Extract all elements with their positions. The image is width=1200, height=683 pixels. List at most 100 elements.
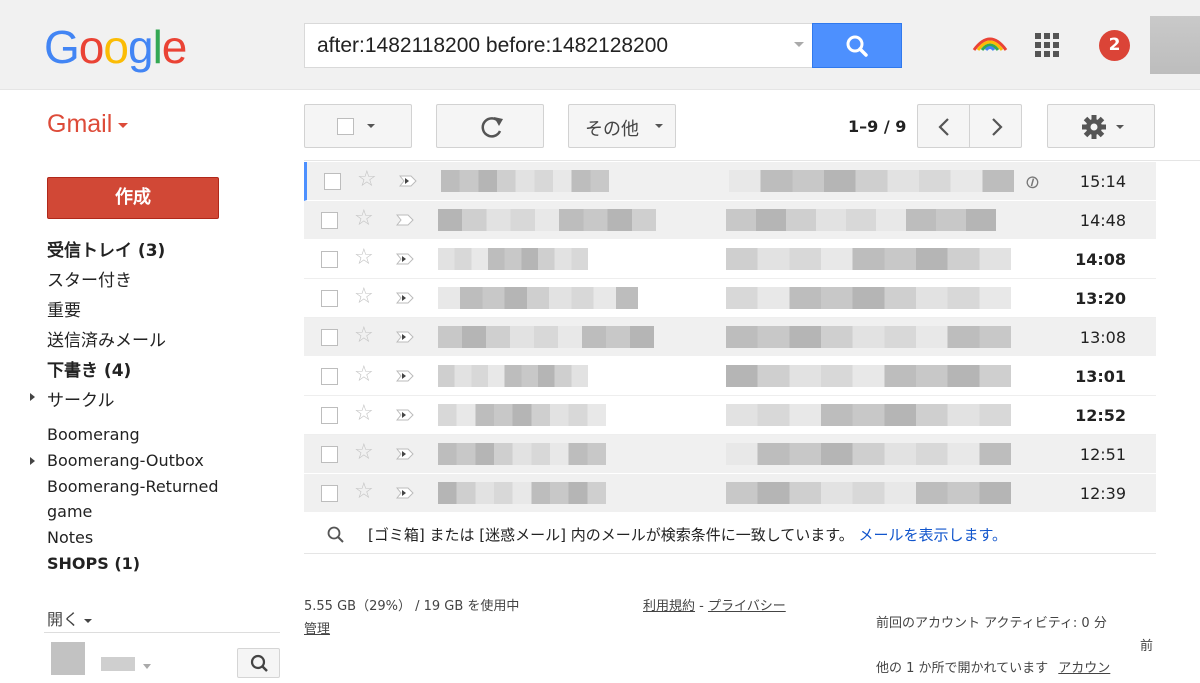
message-checkbox[interactable] <box>321 368 338 385</box>
star-icon[interactable]: ☆ <box>354 246 374 270</box>
sidebar-label[interactable]: SHOPS (1) <box>47 554 140 573</box>
drive-rainbow-icon[interactable] <box>970 32 1010 54</box>
google-logo[interactable]: Google <box>44 20 187 74</box>
compose-button[interactable]: 作成 <box>47 177 219 219</box>
message-checkbox[interactable] <box>321 485 338 502</box>
star-icon[interactable]: ☆ <box>354 480 374 504</box>
importance-marker-icon[interactable] <box>396 331 414 343</box>
importance-marker-icon[interactable] <box>396 253 414 265</box>
sidebar-label[interactable]: Notes <box>47 528 93 547</box>
sender-redacted <box>438 209 656 231</box>
chevron-down-icon[interactable] <box>142 664 152 670</box>
privacy-link[interactable]: プライバシー <box>708 599 786 614</box>
star-icon[interactable]: ☆ <box>354 441 374 465</box>
open-locations-text: 他の 1 か所で開かれています <box>876 661 1049 676</box>
subject-redacted <box>726 404 1011 426</box>
message-checkbox[interactable] <box>321 329 338 346</box>
star-icon[interactable]: ☆ <box>354 402 374 426</box>
importance-marker-icon[interactable] <box>396 409 414 421</box>
message-checkbox[interactable] <box>324 173 341 190</box>
star-icon[interactable]: ☆ <box>354 324 374 348</box>
sidebar-label[interactable]: Boomerang <box>47 425 140 444</box>
search-icon <box>846 35 868 57</box>
show-messages-link[interactable]: メールを表示します。 <box>859 526 1008 544</box>
gmail-menu[interactable]: Gmail <box>47 110 129 139</box>
google-logo-letter: G <box>44 21 80 73</box>
message-time: 13:01 <box>1075 367 1126 386</box>
message-checkbox[interactable] <box>321 407 338 424</box>
message-time: 14:08 <box>1075 250 1126 269</box>
message-checkbox[interactable] <box>321 251 338 268</box>
more-actions-button[interactable]: その他 <box>568 104 676 148</box>
apps-grid-icon[interactable] <box>1035 33 1059 57</box>
subject-redacted <box>726 326 1011 348</box>
sidebar-item[interactable]: 下書き (4) <box>47 356 131 381</box>
star-icon[interactable]: ☆ <box>354 207 374 231</box>
message-checkbox[interactable] <box>321 212 338 229</box>
manage-storage-link[interactable]: 管理 <box>304 618 330 637</box>
importance-marker-icon[interactable] <box>396 370 414 382</box>
sidebar-item[interactable]: サークル <box>47 386 115 411</box>
sender-redacted <box>438 482 606 504</box>
more-actions-label: その他 <box>585 119 639 140</box>
search-options-caret-icon[interactable] <box>794 42 804 47</box>
sidebar-label[interactable]: Boomerang-Returned <box>47 477 219 496</box>
google-logo-letter: g <box>127 21 154 73</box>
message-checkbox[interactable] <box>321 290 338 307</box>
more-labels-toggle[interactable]: 開く <box>47 606 93 630</box>
sidebar-label[interactable]: Boomerang-Outbox <box>47 451 204 470</box>
sender-redacted <box>441 170 609 192</box>
message-row[interactable]: ☆ 14:48 <box>304 201 1156 240</box>
hangouts-search-button[interactable] <box>237 648 280 678</box>
sender-redacted <box>438 365 588 387</box>
select-checkbox-button[interactable] <box>304 104 412 148</box>
importance-marker-icon[interactable] <box>396 214 414 226</box>
newer-page-button[interactable] <box>917 104 970 148</box>
message-row[interactable]: ☆ 12:39 <box>304 474 1156 513</box>
star-icon[interactable]: ☆ <box>354 363 374 387</box>
search-query-text: after:1482118200 before:1482128200 <box>317 34 669 57</box>
settings-button[interactable] <box>1047 104 1155 148</box>
message-checkbox[interactable] <box>321 446 338 463</box>
google-logo-letter: l <box>152 21 163 73</box>
message-time: 12:52 <box>1075 406 1126 425</box>
terms-link[interactable]: 利用規約 <box>643 599 695 614</box>
subject-redacted <box>726 482 1011 504</box>
page-count: 1–9 / 9 <box>848 117 907 136</box>
search-input[interactable]: after:1482118200 before:1482128200 <box>304 23 812 68</box>
search-button[interactable] <box>812 23 902 68</box>
sidebar-item[interactable]: 送信済みメール <box>47 326 166 351</box>
sender-redacted <box>438 404 606 426</box>
sidebar-item[interactable]: 重要 <box>47 296 81 321</box>
hangouts-name <box>101 657 135 671</box>
account-avatar[interactable] <box>1150 16 1200 74</box>
message-row[interactable]: ☆ 12:51 <box>304 435 1156 474</box>
message-row[interactable]: ☆ 13:08 <box>304 318 1156 357</box>
message-row[interactable]: ☆ 14:08 <box>304 240 1156 279</box>
sidebar-item[interactable]: 受信トレイ (3) <box>47 236 165 261</box>
star-icon[interactable]: ☆ <box>354 285 374 309</box>
message-row[interactable]: ☆ 13:20 <box>304 279 1156 318</box>
sidebar-item[interactable]: スター付き <box>47 266 132 291</box>
account-details-link[interactable]: アカウン <box>1058 661 1110 676</box>
star-icon[interactable]: ☆ <box>357 168 377 192</box>
sidebar-label[interactable]: game <box>47 502 92 521</box>
hangouts-divider <box>44 632 280 633</box>
importance-marker-icon[interactable] <box>396 448 414 460</box>
older-page-button[interactable] <box>969 104 1022 148</box>
importance-marker-icon[interactable] <box>399 175 417 187</box>
expand-circles-arrow-icon[interactable] <box>30 393 35 401</box>
importance-marker-icon[interactable] <box>396 487 414 499</box>
select-all-checkbox[interactable] <box>337 118 354 135</box>
refresh-button[interactable] <box>436 104 544 148</box>
message-row[interactable]: ☆ 13:01 <box>304 357 1156 396</box>
trash-spam-notice: [ゴミ箱] または [迷惑メール] 内のメールが検索条件に一致しています。 メー… <box>304 514 1156 554</box>
notification-badge[interactable]: 2 <box>1099 30 1130 61</box>
importance-marker-icon[interactable] <box>396 292 414 304</box>
message-row[interactable]: ☆ ⊘ 15:14 <box>304 162 1156 201</box>
gmail-label: Gmail <box>47 110 113 138</box>
more-labels-text: 開く <box>47 610 80 629</box>
expand-outbox-arrow-icon[interactable] <box>30 457 35 465</box>
message-row[interactable]: ☆ 12:52 <box>304 396 1156 435</box>
hangouts-avatar[interactable] <box>51 642 85 675</box>
